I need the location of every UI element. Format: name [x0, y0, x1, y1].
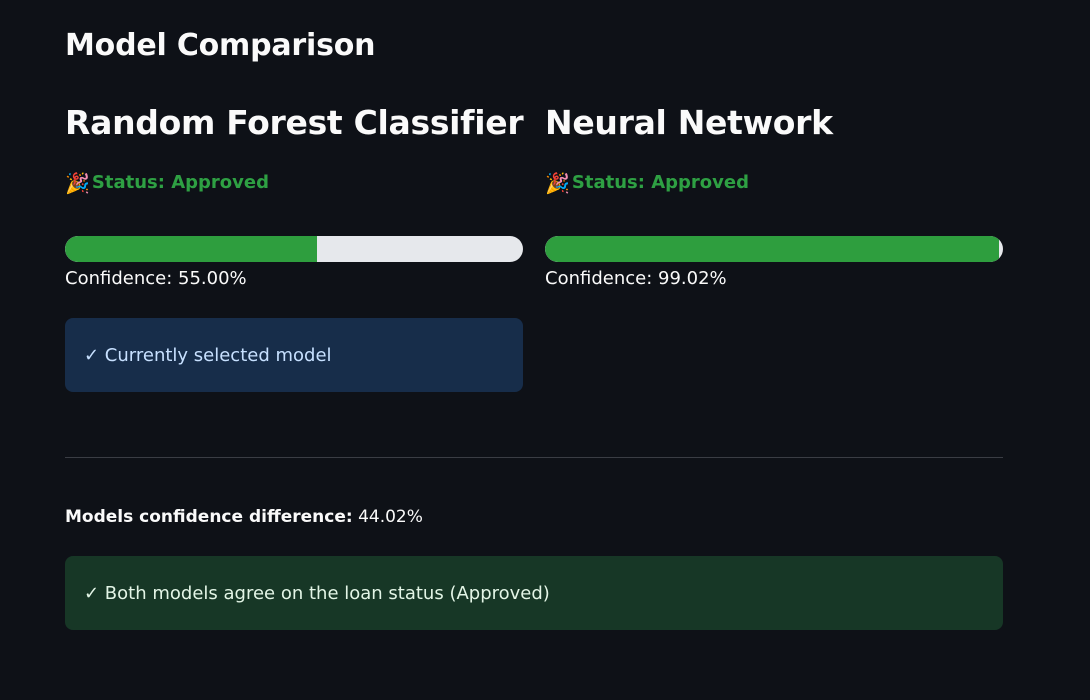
model-column-neural-network: Neural Network 🎉 Status: Approved Confid… [545, 100, 1003, 289]
model-name: Neural Network [545, 103, 833, 142]
selected-model-notice: ✓ Currently selected model [65, 318, 523, 392]
agreement-text: ✓ Both models agree on the loan status (… [84, 582, 550, 604]
status-text: Status: Approved [571, 172, 749, 193]
confidence-difference: Models confidence difference: 44.02% [65, 504, 423, 530]
agreement-notice: ✓ Both models agree on the loan status (… [65, 556, 1003, 630]
confidence-text: Confidence: 99.02% [545, 268, 727, 289]
page-title: Model Comparison [65, 28, 376, 63]
status-indicator: 🎉 Status: Approved [545, 170, 749, 196]
confidence-progress-bar [545, 236, 1003, 262]
status-text: Status: Approved [91, 172, 269, 193]
confidence-progress-bar [65, 236, 523, 262]
party-popper-icon: 🎉 [65, 171, 90, 195]
selected-model-text: ✓ Currently selected model [84, 344, 332, 366]
status-indicator: 🎉 Status: Approved [65, 170, 269, 196]
party-popper-icon: 🎉 [545, 171, 570, 195]
model-name: Random Forest Classifier [65, 103, 524, 142]
confidence-progress-fill [65, 236, 317, 262]
model-comparison-page: Model Comparison Random Forest Classifie… [0, 0, 1090, 700]
confidence-difference-value: 44.02% [352, 507, 423, 527]
model-column-random-forest: Random Forest Classifier 🎉 Status: Appro… [65, 100, 524, 392]
confidence-difference-label: Models confidence difference: [65, 507, 353, 527]
confidence-progress-fill [545, 236, 999, 262]
confidence-text: Confidence: 55.00% [65, 268, 247, 289]
section-divider [65, 457, 1003, 458]
